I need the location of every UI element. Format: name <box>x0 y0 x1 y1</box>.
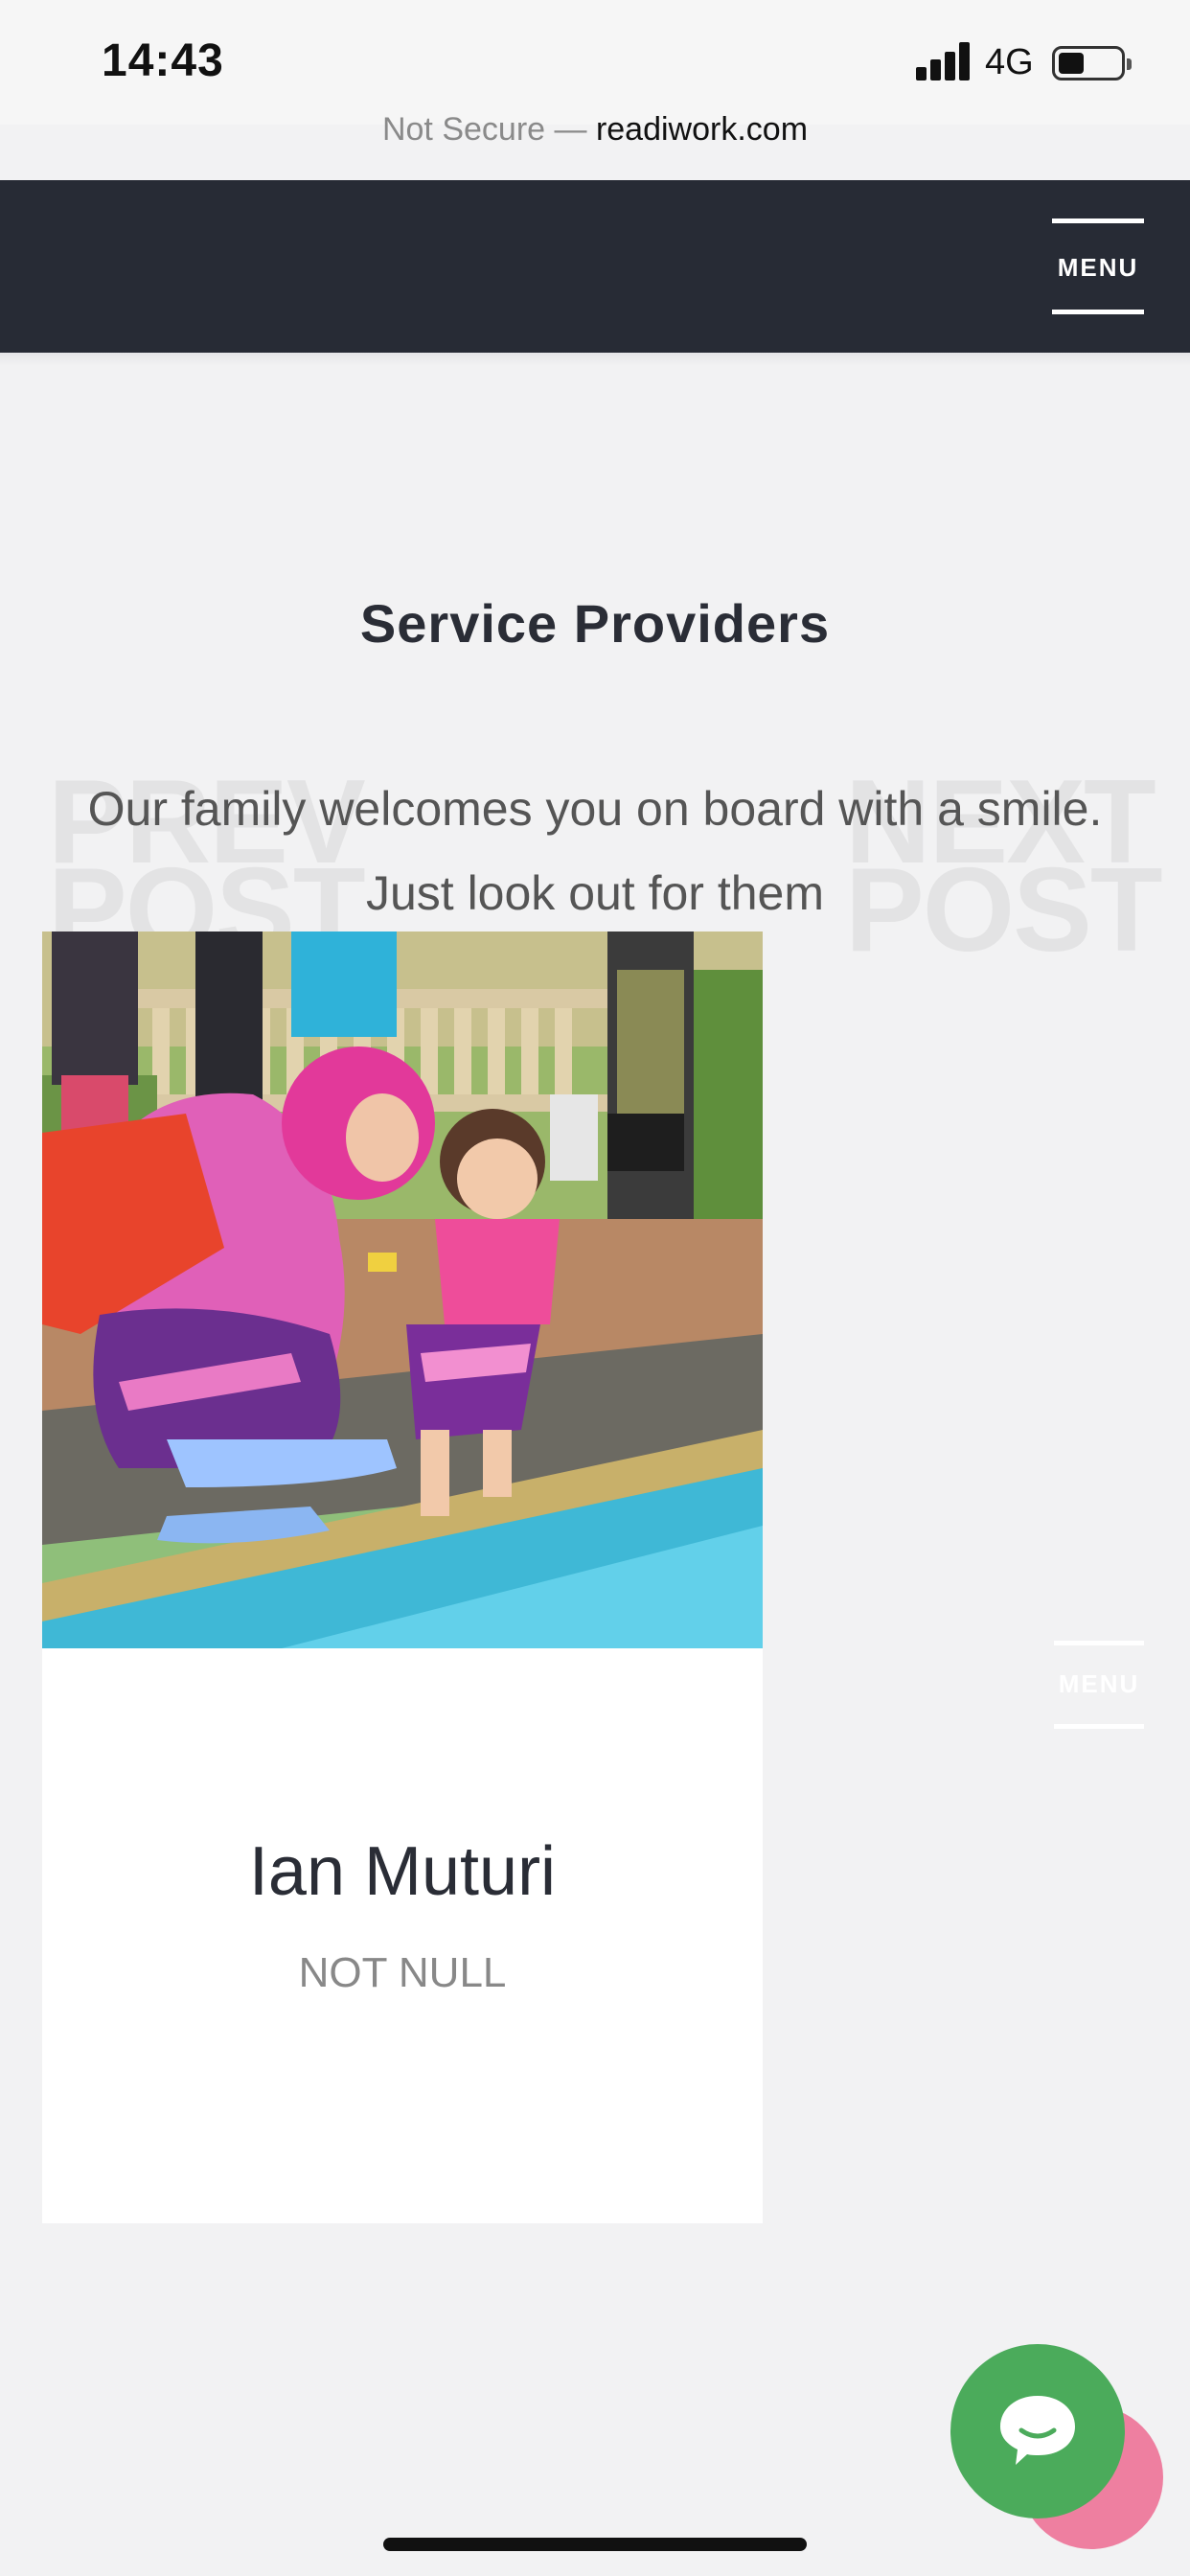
page-title: Service Providers <box>359 593 831 654</box>
url-bar[interactable]: Not Secure — readiwork.com <box>0 111 1190 149</box>
menu-label: MENU <box>1057 253 1139 282</box>
url-domain: readiwork.com <box>595 111 809 148</box>
home-indicator[interactable] <box>383 2538 807 2551</box>
menu-line-icon <box>1054 1724 1144 1729</box>
cellular-signal-icon <box>916 42 972 80</box>
menu-line-icon <box>1052 218 1144 223</box>
status-time: 14:43 <box>102 35 224 86</box>
provider-role: NOT NULL <box>298 1949 507 1996</box>
sticky-menu-label: MENU <box>1058 1669 1140 1698</box>
chat-bubble-icon <box>1000 2396 1075 2465</box>
intro-text: Our family welcomes you on board with a … <box>29 767 1161 935</box>
chat-button[interactable] <box>950 2344 1125 2518</box>
battery-icon <box>1052 46 1132 80</box>
header-shadow <box>0 353 1190 366</box>
menu-line-icon <box>1052 310 1144 314</box>
status-bar: 14:43 4G <box>0 0 1190 125</box>
provider-card[interactable]: Ian Muturi NOT NULL <box>42 932 763 2223</box>
url-security-label: Not Secure — <box>381 111 596 148</box>
intro-line-1: Our family welcomes you on board with a … <box>87 782 1103 836</box>
menu-button[interactable]: MENU <box>1052 218 1144 314</box>
network-type: 4G <box>985 42 1034 82</box>
site-header: MENU <box>0 180 1190 353</box>
provider-name: Ian Muturi <box>248 1833 557 1910</box>
intro-line-2: Just look out for them <box>365 866 824 920</box>
provider-photo <box>42 932 763 1648</box>
menu-line-icon <box>1054 1641 1144 1645</box>
sticky-menu-button[interactable]: MENU <box>1054 1641 1144 1729</box>
screen: 14:43 4G Not Secure — readiwork.com MENU… <box>0 0 1190 2576</box>
